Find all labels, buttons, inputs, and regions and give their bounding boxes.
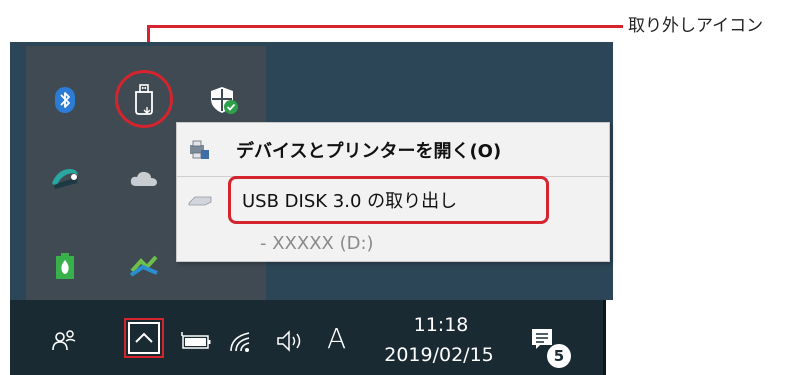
usb-icon-highlight-ring: [115, 70, 173, 128]
menu-item-open-devices[interactable]: デバイスとプリンターを開く(O): [177, 137, 609, 163]
onedrive-icon[interactable]: [126, 160, 162, 196]
clock-time[interactable]: 11:18: [411, 314, 471, 336]
show-hidden-icons-button[interactable]: [124, 318, 164, 358]
graph-app-icon[interactable]: [126, 248, 162, 284]
network-globe-icon[interactable]: [47, 160, 83, 196]
notification-count-badge: 5: [547, 344, 571, 368]
people-icon[interactable]: [52, 329, 78, 356]
windows-security-icon[interactable]: [206, 82, 242, 118]
clock-date[interactable]: 2019/02/15: [369, 344, 509, 366]
battery-icon[interactable]: [180, 332, 212, 355]
chevron-up-icon: [128, 322, 160, 354]
volume-icon[interactable]: [276, 329, 304, 358]
callout-label: 取り外しアイコン: [628, 16, 764, 36]
callout-line-horizontal: [147, 25, 623, 28]
eject-highlight-box: [228, 176, 549, 224]
battery-leaf-icon[interactable]: [47, 248, 83, 284]
wifi-icon[interactable]: [227, 329, 257, 358]
bluetooth-icon[interactable]: [47, 82, 83, 118]
show-desktop-divider[interactable]: [603, 300, 606, 375]
ime-mode-indicator[interactable]: A: [327, 322, 346, 355]
devices-printers-icon: [188, 139, 224, 161]
menu-item-drive-detail: - XXXXX (D:): [177, 230, 609, 256]
drive-letter-label: - XXXXX (D:): [260, 232, 374, 254]
usb-drive-small-icon: [187, 193, 223, 207]
menu-item-open-devices-label: デバイスとプリンターを開く(O): [236, 141, 502, 162]
taskbar: [10, 300, 603, 375]
